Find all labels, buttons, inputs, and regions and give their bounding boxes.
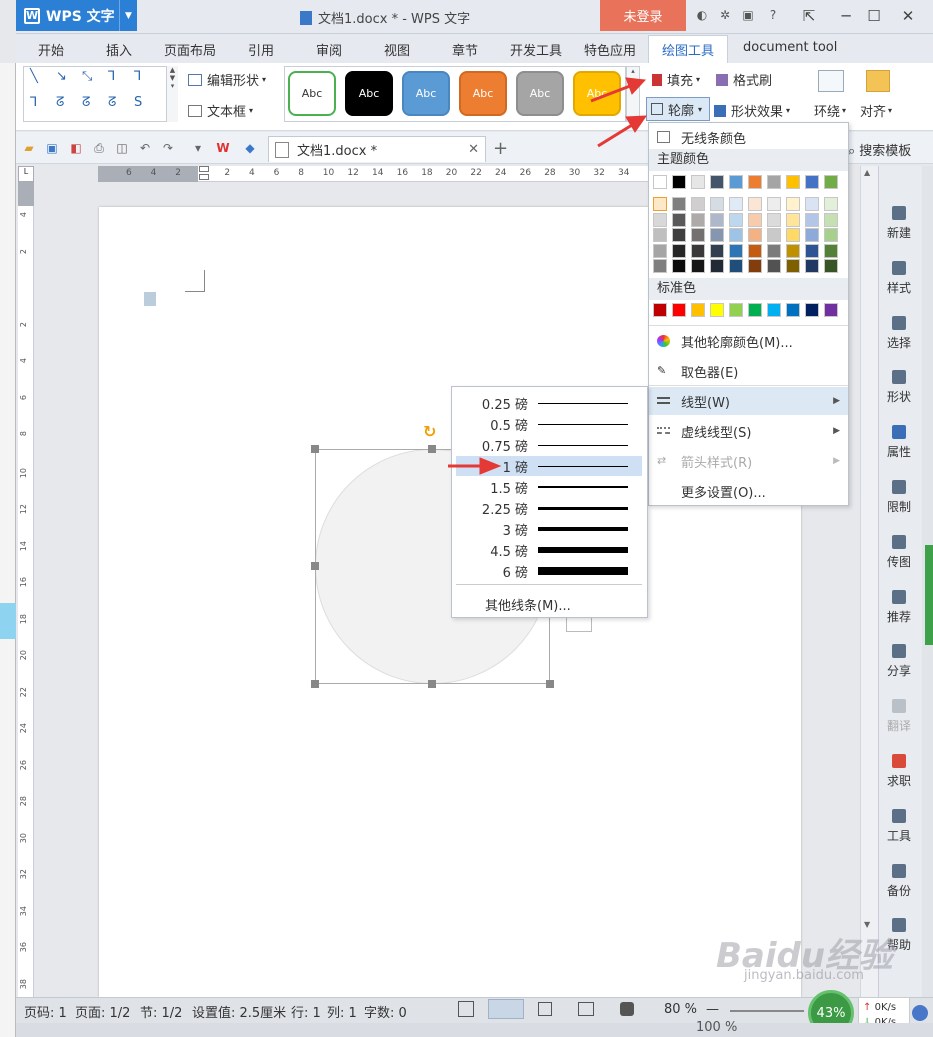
arrow-to-1pt: [448, 457, 502, 475]
arrow-to-fill: [590, 77, 647, 103]
arrow-to-outline: [597, 115, 647, 148]
annotation-arrows: [448, 77, 647, 475]
